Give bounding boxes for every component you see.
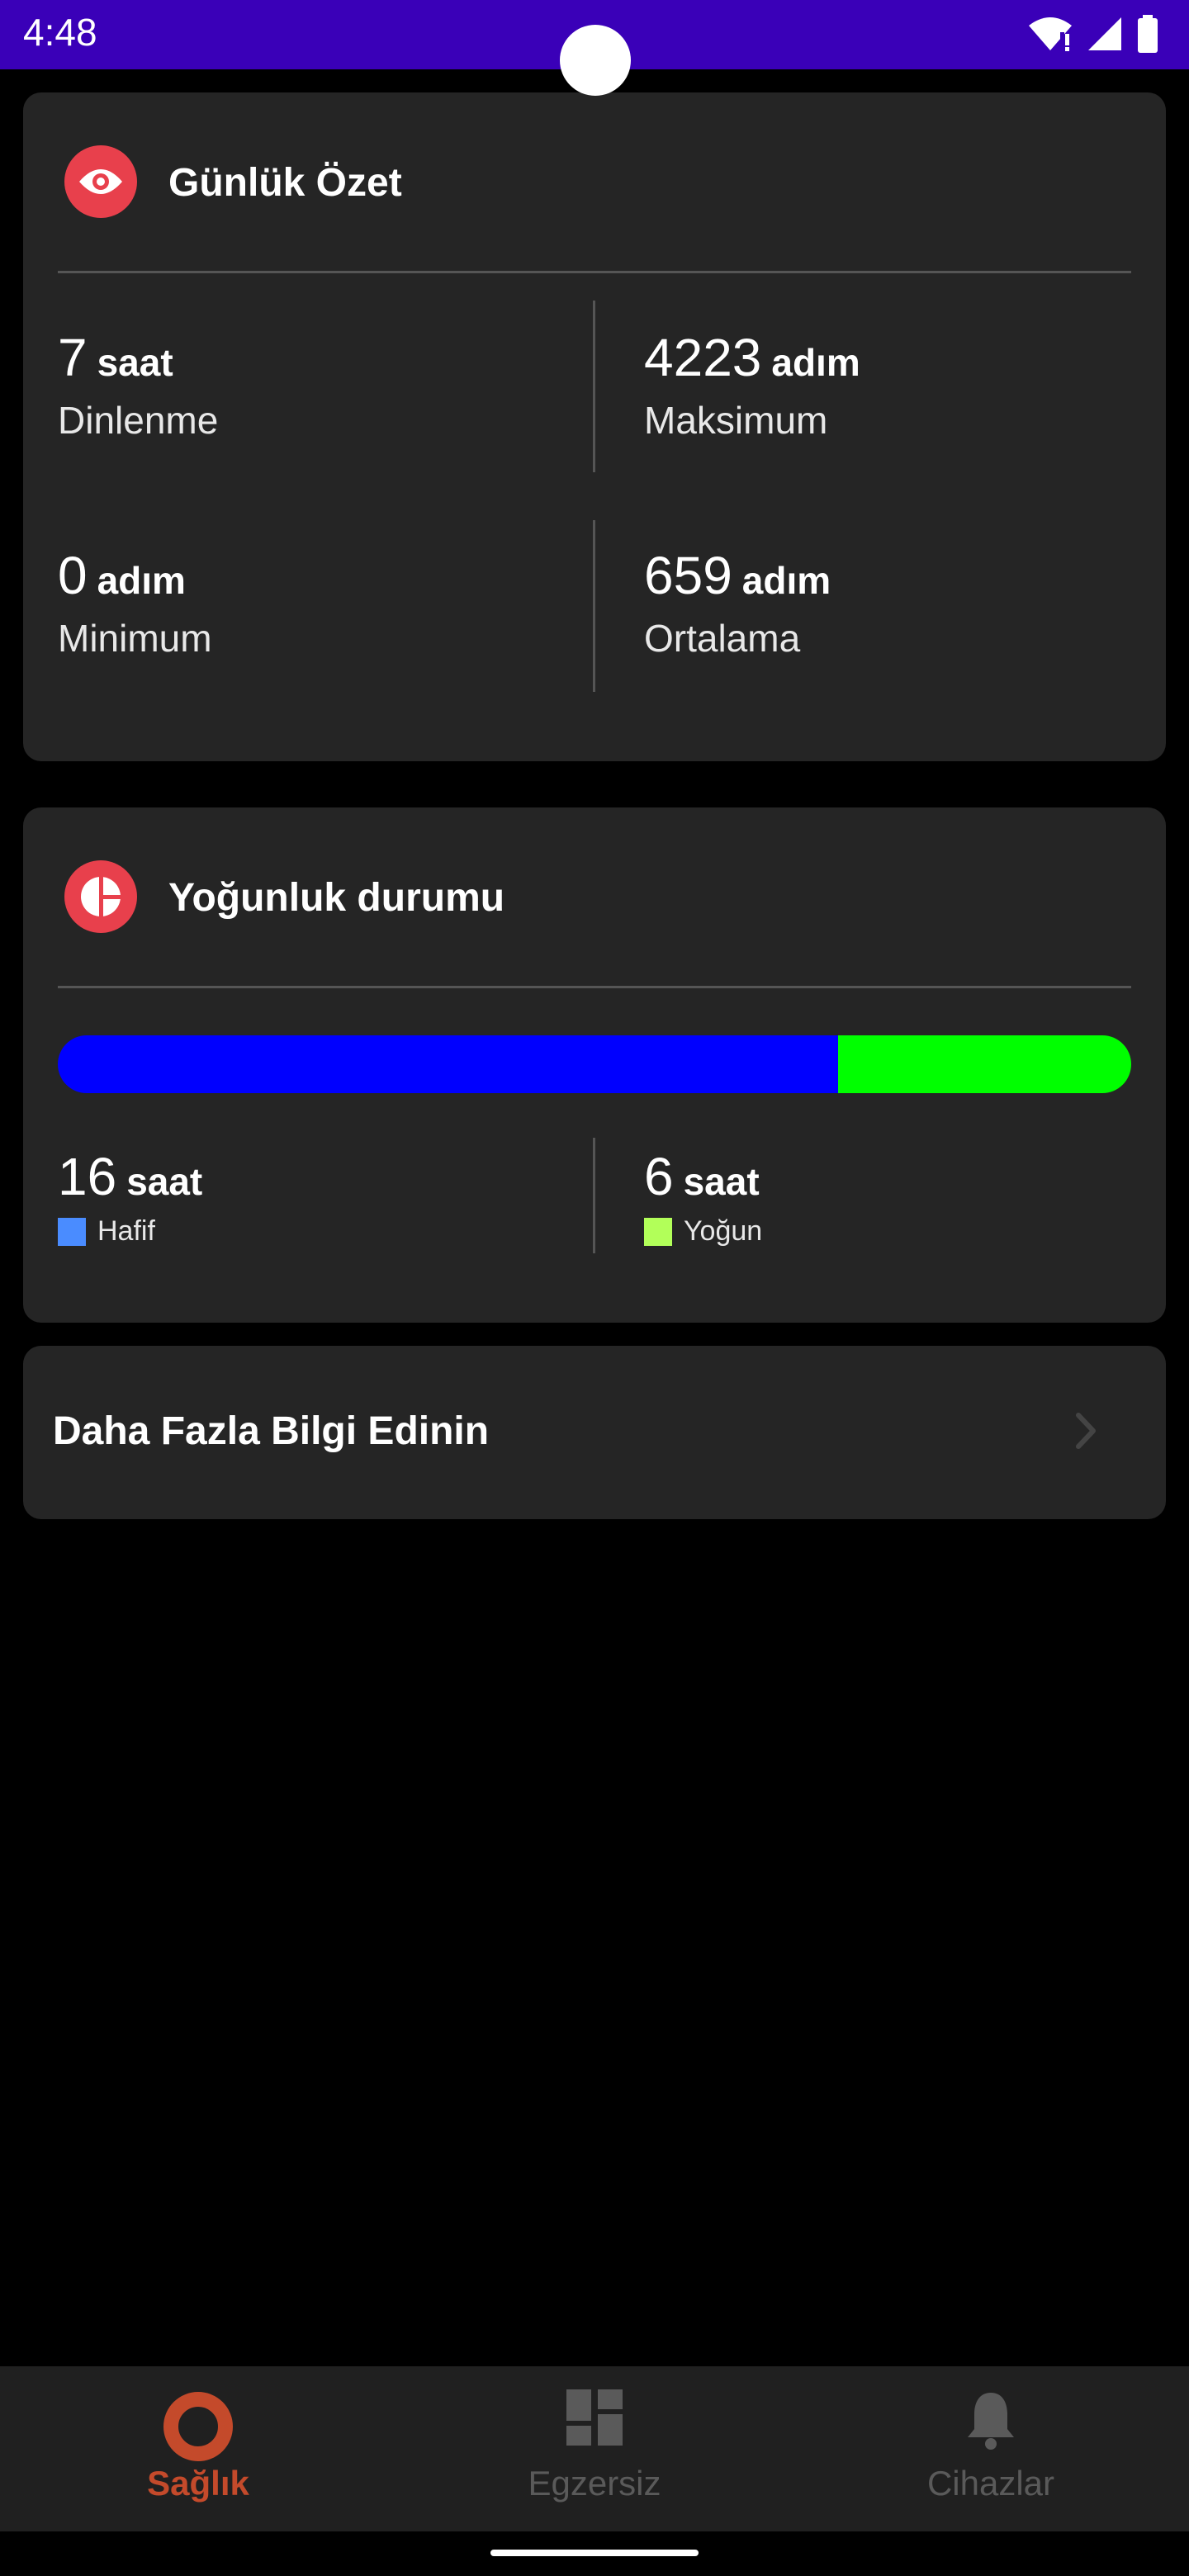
legend-swatch-light — [58, 1217, 86, 1246]
stat-label: Maksimum — [644, 399, 828, 442]
daily-summary-card: Günlük Özet 7 saat Dinlenme 4223 adım Maks… — [23, 92, 1166, 761]
intensity-bar-intense — [838, 1035, 1131, 1093]
dashboard-icon — [566, 2389, 623, 2446]
vertical-divider — [593, 301, 595, 472]
wifi-icon — [1029, 17, 1072, 51]
vertical-divider — [593, 1138, 595, 1253]
stat-rest: 7 saat Dinlenme — [58, 327, 218, 443]
legend-light: Hafif — [58, 1215, 202, 1248]
stat-unit: saat — [683, 1160, 760, 1203]
bell-icon — [968, 2393, 1014, 2450]
stat-unit: adım — [771, 341, 860, 384]
legend-label: Yoğun — [684, 1215, 763, 1247]
stat-unit: saat — [97, 341, 173, 384]
stat-intense: 6 saat Yoğun — [644, 1146, 762, 1248]
vertical-divider — [593, 520, 595, 692]
gesture-bar — [490, 2550, 699, 2556]
nav-tab-exercise[interactable]: Egzersiz — [396, 2366, 793, 2531]
pie-chart-icon — [64, 860, 137, 933]
stat-label: Dinlenme — [58, 399, 219, 442]
legend-label: Hafif — [97, 1215, 155, 1247]
nav-label: Egzersiz — [528, 2464, 661, 2503]
divider — [58, 986, 1131, 988]
stat-value: 4223 — [644, 328, 762, 387]
stat-value: 6 — [644, 1147, 674, 1206]
status-time: 4:48 — [23, 11, 97, 54]
bottom-navigation: Sağlık Egzersiz Cihazlar — [0, 2366, 1189, 2531]
nav-label: Cihazlar — [926, 2464, 1055, 2503]
daily-summary-title: Günlük Özet — [168, 161, 402, 205]
intensity-card: Yoğunluk durumu 16 saat Hafif 6 saat Yoğun — [23, 807, 1166, 1323]
chevron-right-icon — [1076, 1413, 1096, 1449]
stat-avg: 659 adım Ortalama — [644, 545, 831, 661]
camera-cutout — [560, 25, 631, 96]
nav-tab-devices[interactable]: Cihazlar — [793, 2366, 1189, 2531]
learn-more-button[interactable]: Daha Fazla Bilgi Edinin — [23, 1346, 1166, 1519]
health-ring-icon — [163, 2392, 233, 2461]
status-icons — [1027, 15, 1159, 53]
stat-label: Minimum — [58, 617, 212, 660]
stat-value: 7 — [58, 328, 88, 387]
stat-unit: saat — [126, 1160, 203, 1203]
legend-intense: Yoğun — [644, 1215, 762, 1248]
eye-icon — [64, 145, 137, 218]
intensity-title: Yoğunluk durumu — [168, 876, 505, 920]
battery-icon — [1138, 15, 1158, 53]
nav-label: Sağlık — [147, 2464, 249, 2503]
divider — [58, 271, 1131, 273]
stat-light: 16 saat Hafif — [58, 1146, 202, 1248]
intensity-bar — [58, 1035, 1131, 1093]
nav-tab-health[interactable]: Sağlık — [0, 2366, 396, 2531]
stat-min: 0 adım Minimum — [58, 545, 212, 661]
stat-max: 4223 adım Maksimum — [644, 327, 860, 443]
learn-more-label: Daha Fazla Bilgi Edinin — [53, 1409, 490, 1453]
stat-label: Ortalama — [644, 617, 801, 660]
intensity-bar-light — [58, 1035, 839, 1093]
stat-value: 0 — [58, 546, 88, 605]
stat-value: 16 — [58, 1147, 117, 1206]
signal-icon — [1088, 17, 1121, 50]
stat-unit: adım — [97, 559, 186, 602]
legend-swatch-intense — [644, 1217, 672, 1246]
stat-value: 659 — [644, 546, 732, 605]
stat-unit: adım — [741, 559, 831, 602]
